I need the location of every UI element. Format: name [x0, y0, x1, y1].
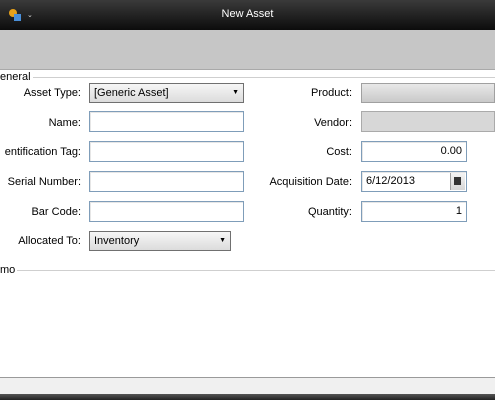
allocated-to-label: Allocated To: [18, 235, 81, 247]
name-label: Name: [48, 117, 81, 129]
vendor-label: Vendor: [314, 117, 352, 129]
quantity-label: Quantity: [307, 206, 352, 218]
cost-label: Cost: [326, 146, 352, 158]
calendar-icon [454, 177, 461, 185]
vendor-field [361, 111, 495, 132]
product-select[interactable] [361, 83, 495, 103]
window-title: New Asset [221, 8, 274, 20]
quantity-input[interactable]: 1 [361, 201, 467, 222]
calendar-button[interactable] [450, 173, 465, 190]
acquisition-date-value: 6/12/2013 [366, 175, 415, 187]
bar-code-label: Bar Code: [31, 206, 81, 218]
memo-section-legend: mo [0, 264, 18, 276]
product-label: Product: [311, 87, 352, 99]
allocated-to-value: Inventory [94, 235, 140, 247]
serial-number-label: Serial Number: [7, 176, 81, 188]
memo-section: mo [0, 264, 495, 278]
cost-input[interactable]: 0.00 [361, 141, 467, 162]
acquisition-date-label: Acquisition Date: [269, 176, 352, 188]
toolbar [0, 30, 495, 70]
asset-type-label: Asset Type: [23, 87, 81, 99]
identification-tag-label: entification Tag: [4, 146, 81, 158]
dropdown-arrow-icon: ▼ [219, 237, 226, 244]
title-bar: ⌄ New Asset [0, 0, 495, 30]
memo-textarea[interactable] [0, 278, 495, 378]
asset-type-value: [Generic Asset] [94, 87, 169, 99]
footer-bar [0, 394, 495, 400]
allocated-to-select[interactable]: Inventory ▼ [89, 231, 231, 251]
acquisition-date-input[interactable]: 6/12/2013 [361, 171, 467, 192]
general-section-legend: eneral [0, 71, 33, 83]
